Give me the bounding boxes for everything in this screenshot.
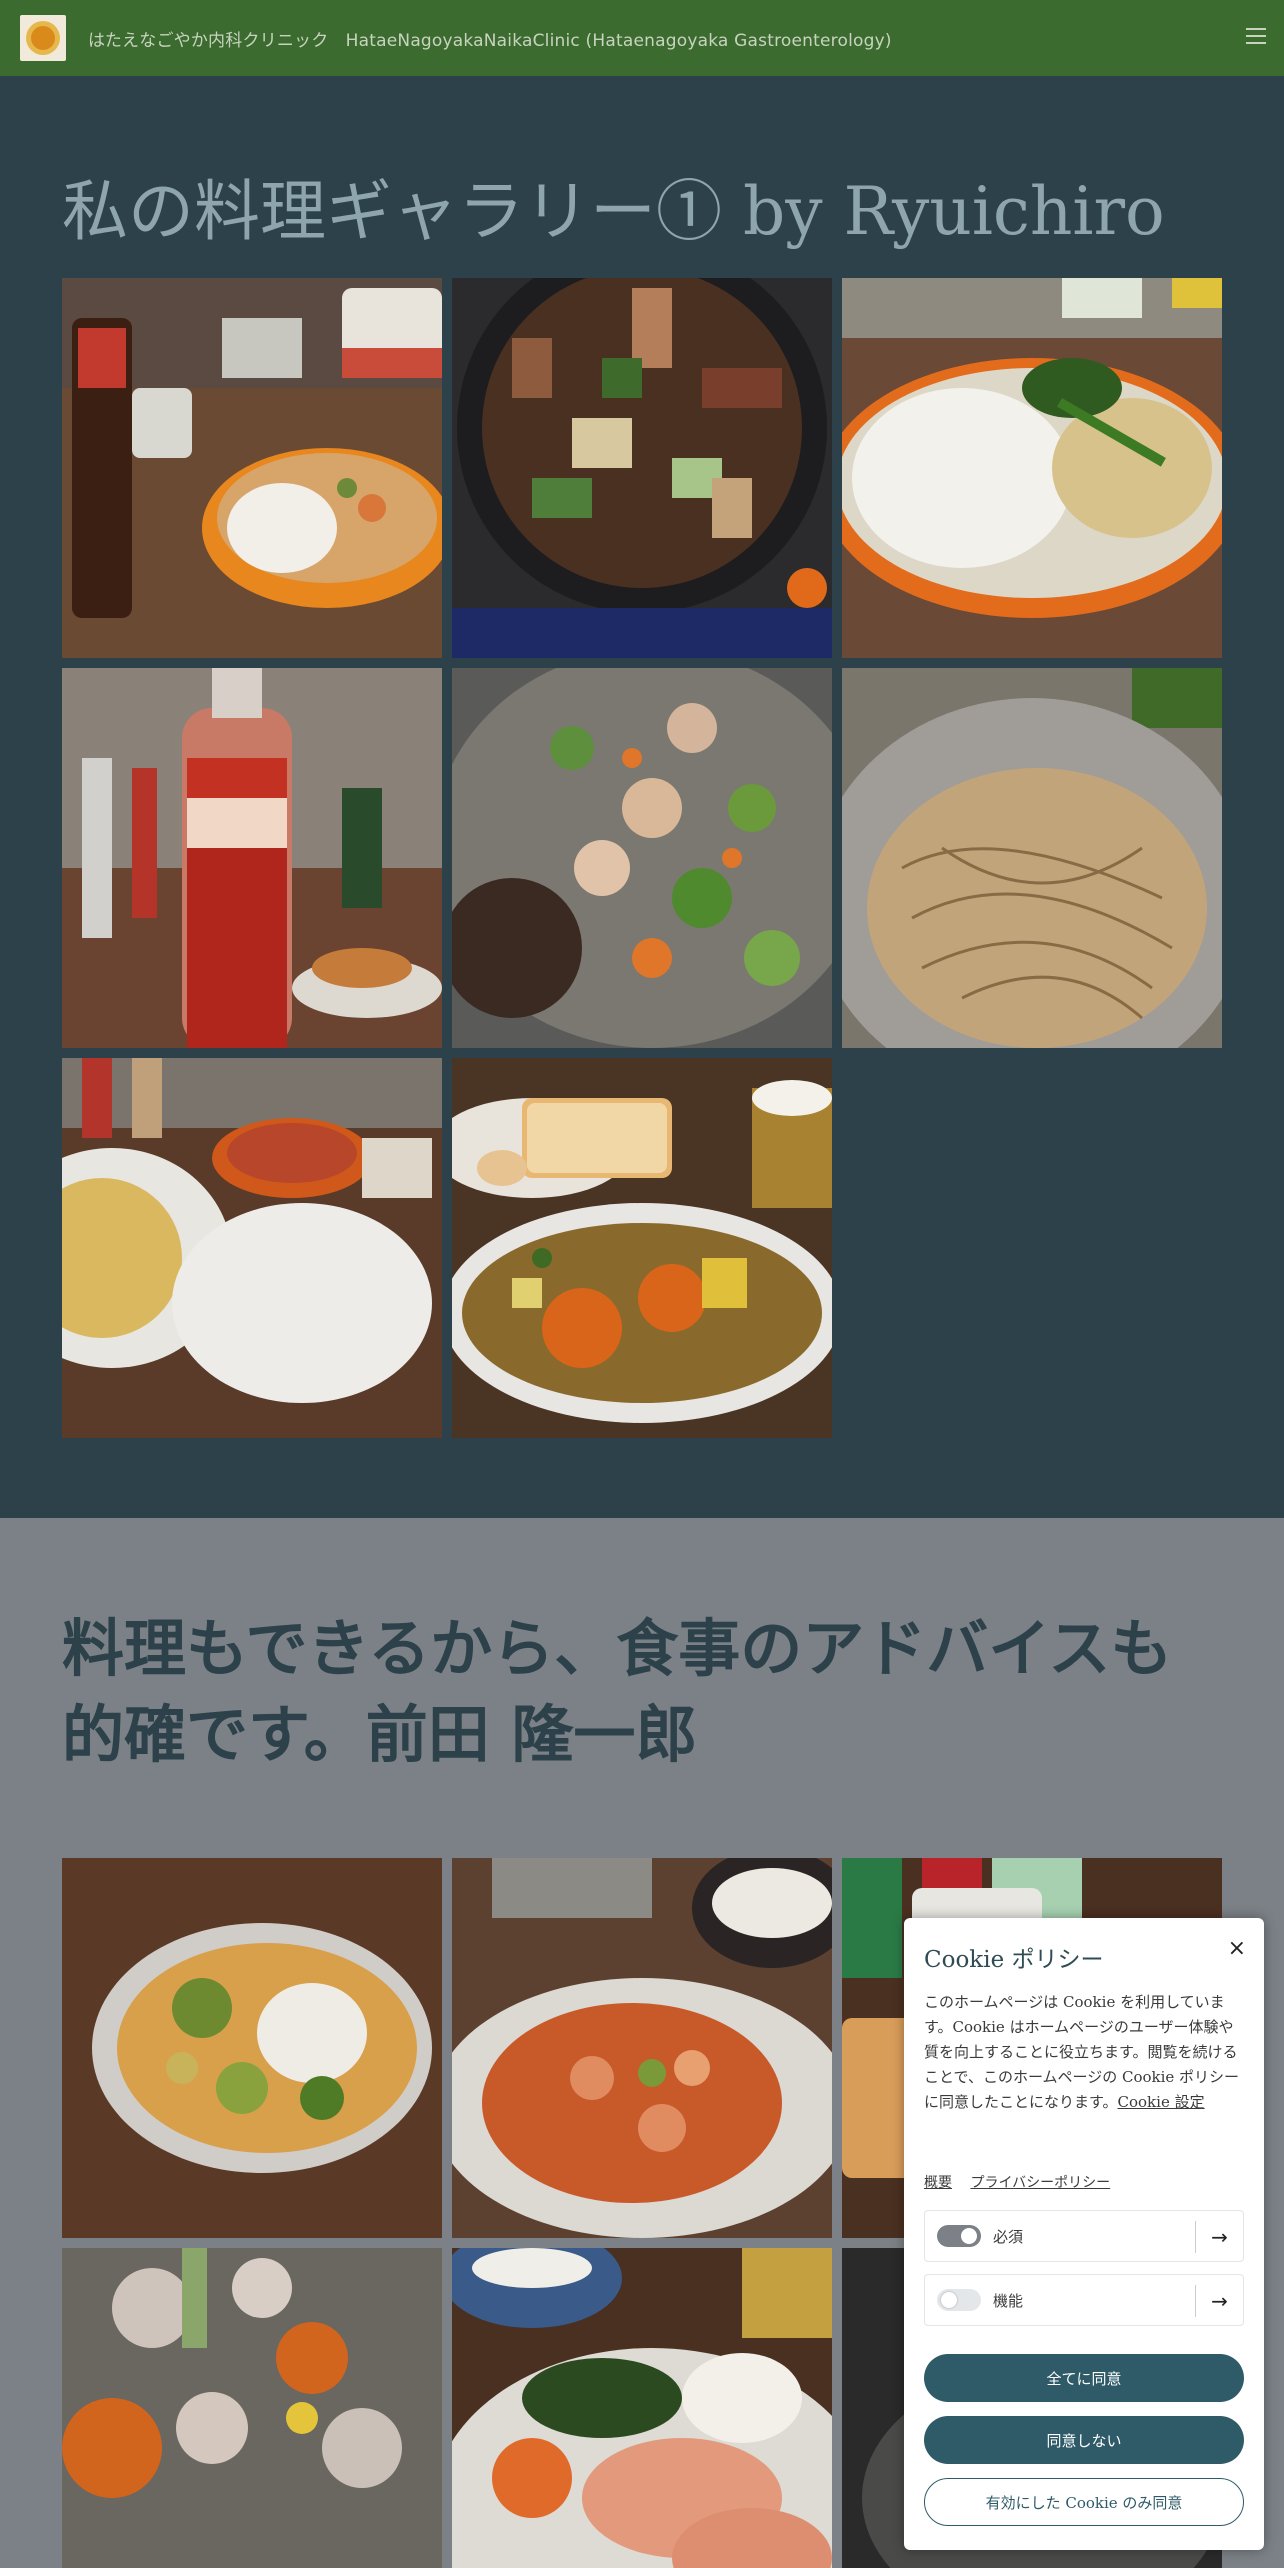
photo-rice-green-curry[interactable] (842, 278, 1222, 658)
privacy-policy-link[interactable]: プライバシーポリシー (970, 2175, 1110, 2191)
photo-sweet-chili-bottle[interactable] (62, 668, 442, 1048)
photo-pork-vegetable-stew[interactable] (62, 2248, 442, 2568)
photo-curry-rice[interactable] (62, 278, 442, 658)
site-title[interactable]: はたえなごやか内科クリニック HataeNagoyakaNaikaClinic … (88, 26, 892, 51)
arrow-right-icon[interactable]: → (1195, 2285, 1243, 2317)
photo-pasta-bowl[interactable] (842, 668, 1222, 1048)
cookie-dialog-title: Cookie ポリシー (924, 1947, 1104, 1973)
photo-stir-fry[interactable] (452, 668, 832, 1048)
necessary-toggle-switch[interactable] (937, 2225, 981, 2247)
cookie-toggle-necessary: 必須 → (924, 2210, 1244, 2262)
photo-spaghetti-curry[interactable] (62, 1058, 442, 1438)
gallery-section: 私の料理ギャラリー① by Ryuichiro (0, 76, 1284, 1518)
overview-link[interactable]: 概要 (924, 2175, 952, 2191)
cookie-settings-link[interactable]: Cookie 設定 (1118, 2093, 1205, 2111)
accept-all-button[interactable]: 全てに同意 (924, 2354, 1244, 2402)
cookie-links: 概要 プライバシーポリシー (924, 2172, 1124, 2192)
gallery-grid (62, 278, 1222, 1438)
gallery-title: 私の料理ギャラリー① by Ryuichiro (62, 173, 1165, 250)
advice-title: 料理もできるから、食事のアドバイスも的確です。前田 隆一郎 (62, 1612, 1173, 1771)
cookie-dialog-body: このホームページは Cookie を利用しています。Cookie はホームページ… (924, 1990, 1246, 2115)
clinic-logo[interactable] (20, 15, 66, 61)
sun-icon (31, 26, 55, 50)
reject-button[interactable]: 同意しない (924, 2416, 1244, 2464)
hamburger-menu-icon[interactable] (1246, 28, 1266, 44)
accept-selected-button[interactable]: 有効にした Cookie のみ同意 (924, 2478, 1244, 2526)
photo-grilled-salmon-plate[interactable] (452, 2248, 832, 2568)
photo-vegetable-curry-toast[interactable] (452, 1058, 832, 1438)
photo-shrimp-chili-plate[interactable] (452, 1858, 832, 2238)
cookie-toggle-functional: 機能 → (924, 2274, 1244, 2326)
cookie-policy-dialog: Cookie ポリシー × このホームページは Cookie を利用しています。… (904, 1918, 1264, 2550)
functional-toggle-switch[interactable] (937, 2289, 981, 2311)
photo-green-curry-plate[interactable] (62, 1858, 442, 2238)
photo-braised-vegetables[interactable] (452, 278, 832, 658)
arrow-right-icon[interactable]: → (1195, 2221, 1243, 2253)
functional-label: 機能 (993, 2291, 1024, 2310)
close-icon[interactable]: × (1228, 1936, 1246, 1961)
site-header: はたえなごやか内科クリニック HataeNagoyakaNaikaClinic … (0, 0, 1284, 76)
necessary-label: 必須 (993, 2227, 1024, 2246)
